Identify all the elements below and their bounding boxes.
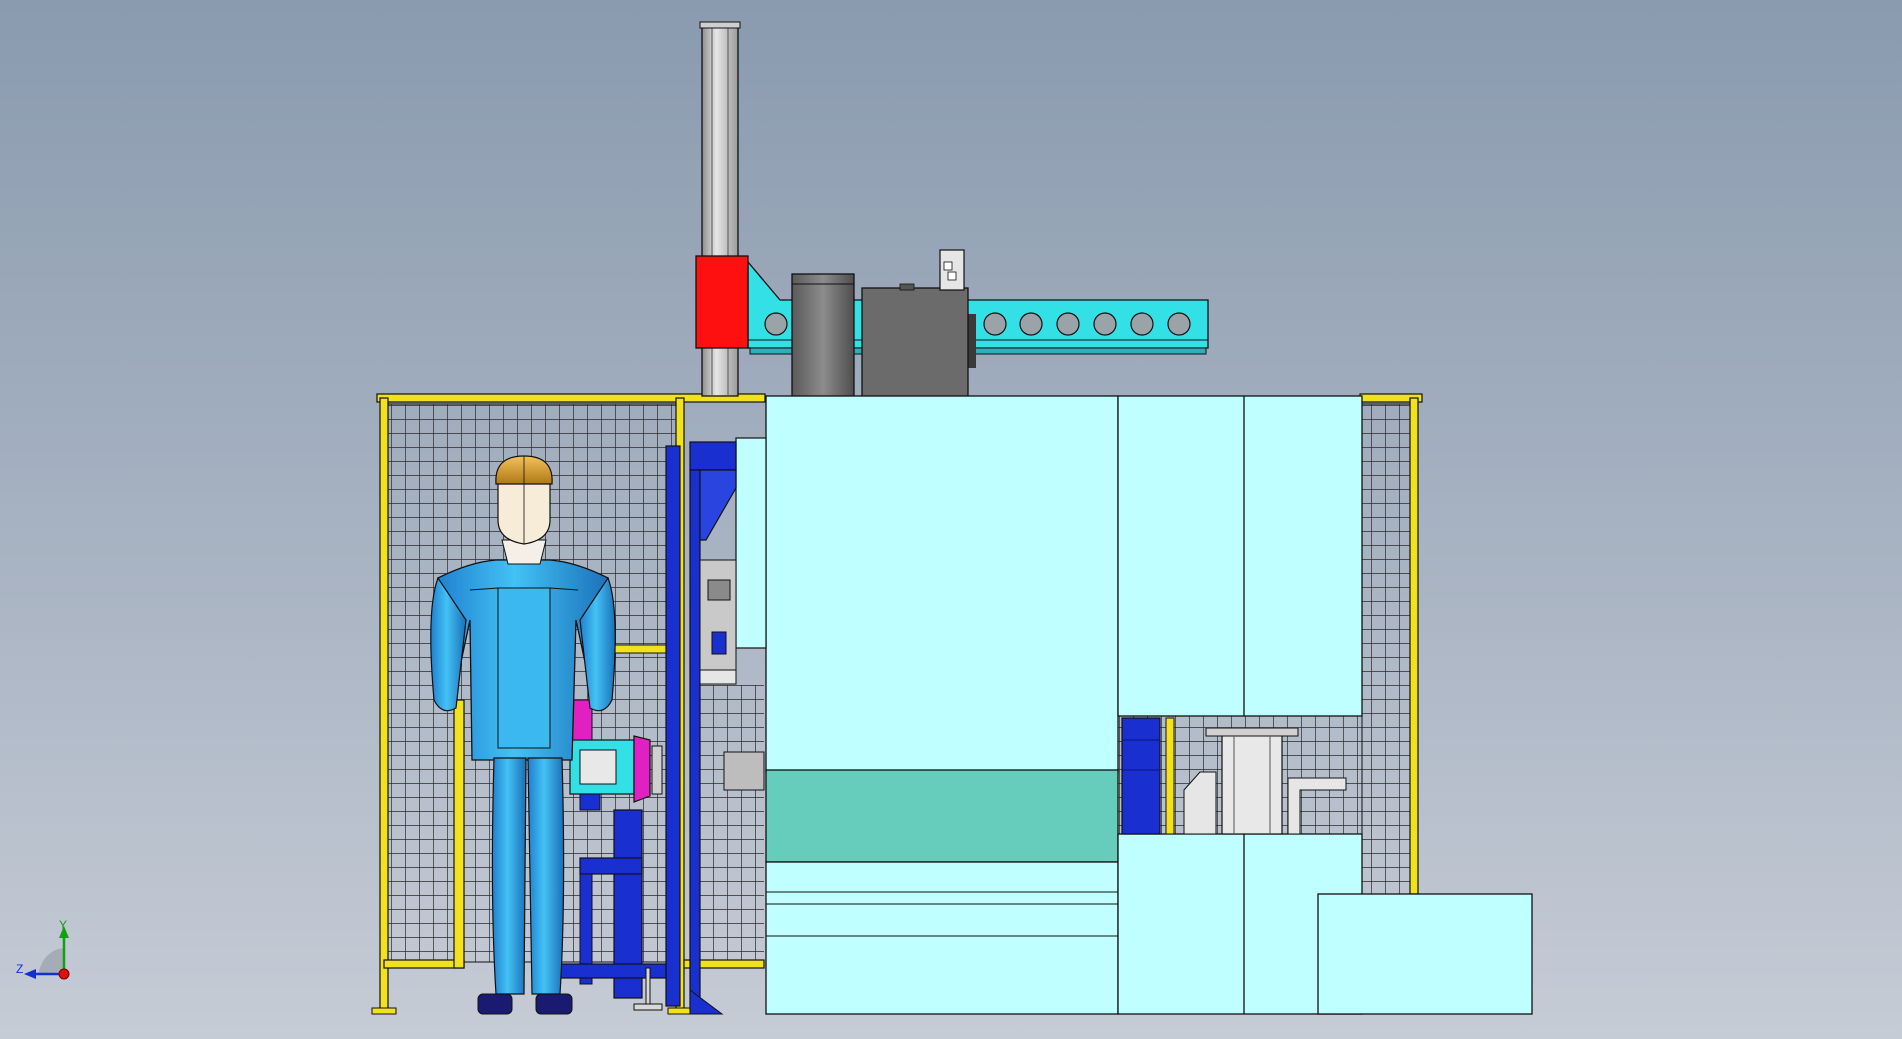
machine-base [765,861,1119,1015]
guard-bottom-rail-left [383,959,465,969]
machine-upper-housing [765,395,1119,773]
triad-shadow [38,948,64,974]
triad-y-label: Y [59,918,68,932]
machine-right-upper [1117,395,1363,717]
blue-clamp-block [1121,717,1161,835]
column-cap [699,21,741,29]
guard-mesh-right [1361,403,1417,895]
servo-motor-cylinder[interactable] [791,273,855,399]
operator-right-boot [535,993,573,1015]
orientation-triad[interactable] [24,926,70,980]
proximity-sensor-bracket[interactable] [939,249,965,291]
machine-band [765,769,1119,863]
side-panel-upper-left [735,437,767,649]
operator-left-leg [491,757,527,995]
triad-origin-x [58,968,70,980]
operator-chest-panel [497,587,551,749]
guard-mesh-left-lower [694,685,764,962]
yellow-guide-rail [1165,717,1175,835]
gearbox-housing[interactable] [861,283,969,399]
guard-post-left [379,397,389,1011]
assembly-model-view[interactable] [0,0,1902,1039]
guard-foot-left [371,1007,397,1015]
guard-foot-mid [667,1007,693,1015]
operator-left-boot [477,993,513,1015]
outboard-cabinet [1317,893,1533,1015]
triad-z-arrow [24,969,36,979]
guard-door-rail [453,699,465,969]
triad-z-label: Z [16,962,24,976]
guard-post-right [1409,397,1419,895]
cad-graphics-viewport[interactable]: Y Z [0,0,1902,1039]
operator-right-leg [527,757,565,995]
vertical-carriage-red[interactable] [695,255,749,349]
